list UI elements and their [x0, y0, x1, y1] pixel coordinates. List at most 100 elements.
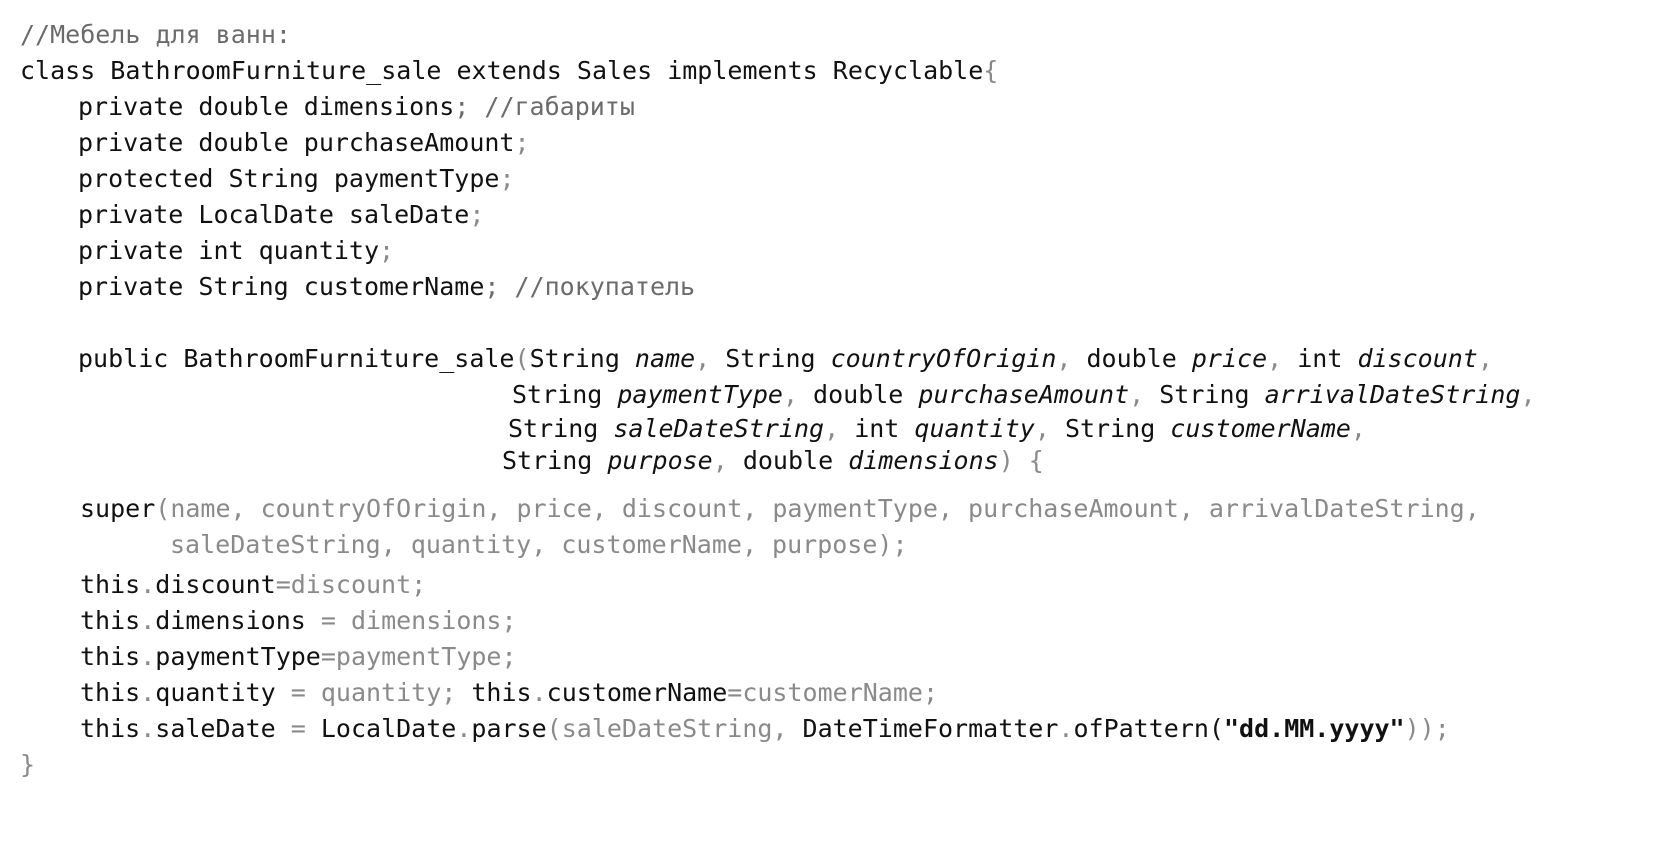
code-token: this — [80, 678, 141, 707]
code-token: , — [712, 446, 743, 475]
code-token: dimensions — [848, 446, 999, 475]
code-token: discount — [1357, 344, 1478, 373]
code-token: { — [983, 56, 999, 85]
code-token: saleDateString — [613, 414, 825, 443]
code-token: this — [471, 678, 532, 707]
code-token: paymentType — [617, 380, 783, 409]
code-token: saleDate — [155, 714, 291, 743]
code-line-comment-title: //Мебель для ванн: — [20, 16, 291, 54]
code-token: LocalDate — [320, 714, 457, 743]
code-token: , — [782, 380, 814, 409]
code-token: (saleDateString, — [546, 714, 803, 743]
code-token: quantity — [155, 678, 291, 707]
code-token: = — [290, 714, 321, 743]
code-line-assign-payment: this.paymentType=paymentType; — [80, 638, 517, 676]
code-token: this — [80, 606, 141, 635]
code-line-assign-quantity: this.quantity = quantity; this.customerN… — [80, 674, 938, 712]
code-token: dimensions — [155, 606, 321, 635]
code-token: private double purchaseAmount — [78, 128, 515, 157]
code-token: , — [1520, 380, 1536, 409]
code-line-field-dimensions: private double dimensions; //габариты — [78, 88, 635, 126]
code-token: int — [1297, 344, 1358, 373]
code-token: this — [80, 642, 141, 671]
code-line-closing-brace: } — [20, 746, 35, 784]
code-line-field-purchase: private double purchaseAmount; — [78, 124, 530, 162]
code-line-assign-dimensions: this.dimensions = dimensions; — [80, 602, 517, 640]
code-token: this — [80, 570, 141, 599]
code-line-class-declaration: class BathroomFurniture_sale extends Sal… — [20, 52, 998, 90]
code-token: = quantity; — [290, 678, 472, 707]
code-line-super-call-2: saleDateString, quantity, customerName, … — [170, 526, 908, 564]
code-token: =customerName; — [727, 678, 938, 707]
code-token: arrivalDateString — [1264, 380, 1521, 409]
code-token: String — [512, 380, 618, 409]
code-token: ; — [379, 236, 395, 265]
code-line-field-saledate: private LocalDate saleDate; — [78, 196, 484, 234]
code-token: this — [80, 714, 141, 743]
code-token: class BathroomFurniture_sale extends Sal… — [20, 56, 984, 85]
code-token: )); — [1404, 714, 1450, 743]
code-token: ; //габариты — [454, 92, 635, 121]
code-token: , — [1129, 380, 1160, 409]
code-token: . — [140, 570, 156, 599]
code-token: DateTimeFormatter — [802, 714, 1059, 743]
code-token: . — [140, 714, 156, 743]
code-token: = dimensions; — [320, 606, 517, 635]
code-token: , — [1056, 344, 1087, 373]
code-token: int — [854, 414, 915, 443]
code-token: //Мебель для ванн: — [20, 20, 291, 49]
code-token: protected String paymentType — [78, 164, 500, 193]
code-token: private String customerName — [78, 272, 485, 301]
code-token: . — [456, 714, 472, 743]
code-token: saleDateString, quantity, customerName, … — [170, 530, 908, 559]
code-token: double — [813, 380, 919, 409]
code-token: , — [824, 414, 855, 443]
code-line-assign-discount: this.discount=discount; — [80, 566, 426, 604]
code-token: public BathroomFurniture_sale — [78, 344, 515, 373]
code-token: . — [140, 642, 156, 671]
code-token: } — [20, 750, 36, 779]
code-token: purpose — [607, 446, 713, 475]
code-token: private double dimensions — [78, 92, 455, 121]
code-line-field-customer: private String customerName; //покупател… — [78, 268, 695, 306]
code-token: ; — [469, 200, 485, 229]
code-token: =paymentType; — [320, 642, 517, 671]
code-line-field-payment: protected String paymentType; — [78, 160, 515, 198]
code-token: =discount; — [275, 570, 427, 599]
code-line-super-call-1: super(name, countryOfOrigin, price, disc… — [80, 490, 1480, 528]
code-token: , — [1034, 414, 1065, 443]
code-token: String — [502, 446, 608, 475]
code-area: //Мебель для ванн: class BathroomFurnitu… — [0, 0, 1661, 867]
code-token: ; — [499, 164, 515, 193]
code-token: . — [140, 606, 156, 635]
code-token: , — [1267, 344, 1298, 373]
code-token: private LocalDate saleDate — [78, 200, 470, 229]
code-line-assign-saledate: this.saleDate = LocalDate.parse(saleDate… — [80, 710, 1450, 748]
code-token: String — [529, 344, 635, 373]
code-token: , — [1350, 414, 1366, 443]
code-token: purchaseAmount — [918, 380, 1130, 409]
code-token: (name, countryOfOrigin, price, discount,… — [155, 494, 1480, 523]
code-token: price — [1191, 344, 1268, 373]
code-token: double — [1086, 344, 1192, 373]
code-token: double — [742, 446, 849, 475]
code-token: ) { — [998, 446, 1044, 475]
code-token: ofPattern( — [1073, 714, 1224, 743]
code-token: countryOfOrigin — [830, 344, 1057, 373]
code-token: paymentType — [155, 642, 321, 671]
code-token: discount — [155, 570, 276, 599]
code-token: . — [1058, 714, 1074, 743]
code-token: String — [508, 414, 614, 443]
code-token: , — [695, 344, 726, 373]
code-token: ; //покупатель — [484, 272, 696, 301]
code-token: name — [634, 344, 696, 373]
code-token: super — [80, 494, 156, 523]
code-token: ( — [514, 344, 530, 373]
code-token: ; — [514, 128, 530, 157]
code-token: . — [531, 678, 547, 707]
code-line-constructor-sig-1: public BathroomFurniture_sale(String nam… — [78, 340, 1493, 378]
code-token: private int quantity — [78, 236, 380, 265]
code-token: parse — [471, 714, 547, 743]
code-token: String — [1159, 380, 1265, 409]
code-line-constructor-sig-2: String paymentType, double purchaseAmoun… — [512, 376, 1536, 414]
